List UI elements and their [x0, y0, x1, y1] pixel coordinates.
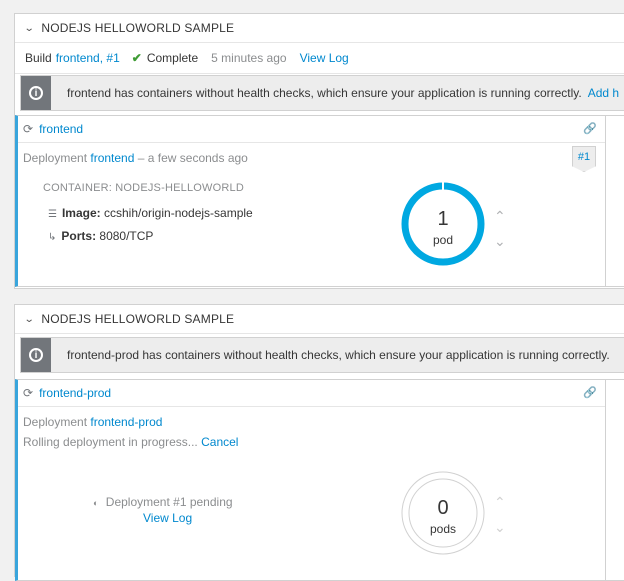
service-group-2: ⌄ NODEJS HELLOWORLD SAMPLE i frontend-pr…: [14, 304, 624, 581]
view-log-link[interactable]: View Log: [143, 511, 192, 525]
scale-up-icon[interactable]: ⌃: [494, 495, 506, 509]
side-panel: [605, 115, 624, 287]
service-link[interactable]: frontend-prod: [39, 386, 111, 400]
deployment-link[interactable]: frontend-prod: [90, 415, 162, 429]
pending-line: ◐ Deployment #1 pending: [93, 495, 233, 509]
ports-icon: ↳: [48, 232, 57, 243]
deployment-link[interactable]: frontend: [90, 151, 134, 165]
build-time: 5 minutes ago: [211, 51, 287, 65]
deployment-label: Deployment: [23, 151, 88, 165]
ports-value: 8080/TCP: [99, 229, 154, 243]
rolling-text: Rolling deployment in progress...: [23, 435, 198, 449]
health-check-alert: i frontend-prod has containers without h…: [20, 337, 624, 373]
ports-row: ↳ Ports: 8080/TCP: [48, 229, 153, 243]
deployment-card-frontend: ⟳ frontend 🔗 Deployment frontend – a few…: [15, 115, 606, 287]
check-icon: ✔: [131, 51, 142, 65]
card-header: ⟳ frontend-prod 🔗: [18, 380, 605, 407]
group-header[interactable]: ⌄ NODEJS HELLOWORLD SAMPLE: [15, 305, 624, 334]
scale-up-icon[interactable]: ⌃: [494, 209, 506, 223]
image-label: Image:: [61, 206, 101, 220]
build-status: Complete: [146, 51, 199, 65]
add-health-checks-link[interactable]: Add h: [588, 86, 619, 100]
image-value: ccshih/origin-nodejs-sample: [104, 206, 253, 220]
pod-donut[interactable]: 1 pod: [400, 181, 486, 267]
pending-text: Deployment #1 pending: [105, 495, 233, 509]
group-title: NODEJS HELLOWORLD SAMPLE: [41, 312, 235, 326]
link-icon[interactable]: 🔗: [583, 122, 597, 135]
health-check-alert: i frontend has containers without health…: [20, 75, 624, 111]
chevron-down-icon[interactable]: ⌄: [24, 314, 35, 325]
alert-icon-box: i: [21, 338, 51, 372]
deployment-line: Deployment frontend – a few seconds ago: [23, 151, 248, 165]
info-icon: i: [29, 86, 43, 100]
pod-unit: pod: [432, 233, 454, 247]
alert-icon-box: i: [21, 76, 51, 110]
deployment-label: Deployment: [23, 415, 88, 429]
deployment-badge[interactable]: #1: [572, 146, 596, 172]
pod-count: 0: [437, 497, 449, 519]
side-panel: [605, 379, 624, 581]
spinner-icon: ◐: [93, 498, 99, 508]
scale-down-icon[interactable]: ⌄: [494, 520, 506, 534]
alert-text: frontend-prod has containers without hea…: [67, 348, 610, 362]
group-header[interactable]: ⌄ NODEJS HELLOWORLD SAMPLE: [15, 14, 624, 43]
card-header: ⟳ frontend 🔗: [18, 116, 605, 143]
info-icon: i: [29, 348, 43, 362]
layers-icon: ☰: [48, 209, 57, 220]
pod-donut[interactable]: 0 pods: [400, 470, 486, 556]
deployment-line: Deployment frontend-prod: [23, 415, 162, 429]
pod-count: 1: [437, 208, 449, 230]
chevron-down-icon[interactable]: ⌄: [24, 23, 35, 34]
container-title: CONTAINER: NODEJS-HELLOWORLD: [43, 182, 244, 194]
build-row: Build frontend, #1 ✔ Complete 5 minutes …: [15, 43, 624, 74]
view-log-link[interactable]: View Log: [300, 51, 349, 65]
service-group-1: ⌄ NODEJS HELLOWORLD SAMPLE Build fronten…: [14, 13, 624, 289]
scale-down-icon[interactable]: ⌄: [494, 234, 506, 248]
build-link[interactable]: frontend, #1: [56, 51, 120, 65]
deployment-time: – a few seconds ago: [137, 151, 248, 165]
build-label: Build: [25, 51, 52, 65]
deployment-card-frontend-prod: ⟳ frontend-prod 🔗 Deployment frontend-pr…: [15, 379, 606, 581]
rolling-line: Rolling deployment in progress... Cancel: [23, 435, 238, 449]
group-title: NODEJS HELLOWORLD SAMPLE: [41, 21, 235, 35]
pod-unit: pods: [429, 522, 457, 536]
cancel-link[interactable]: Cancel: [201, 435, 238, 449]
ports-label: Ports:: [61, 229, 97, 243]
alert-text: frontend has containers without health c…: [67, 86, 582, 100]
service-icon: ⟳: [23, 122, 34, 136]
link-icon[interactable]: 🔗: [583, 386, 597, 399]
image-row: ☰ Image: ccshih/origin-nodejs-sample: [48, 206, 253, 220]
service-link[interactable]: frontend: [39, 122, 83, 136]
service-icon: ⟳: [23, 386, 34, 400]
